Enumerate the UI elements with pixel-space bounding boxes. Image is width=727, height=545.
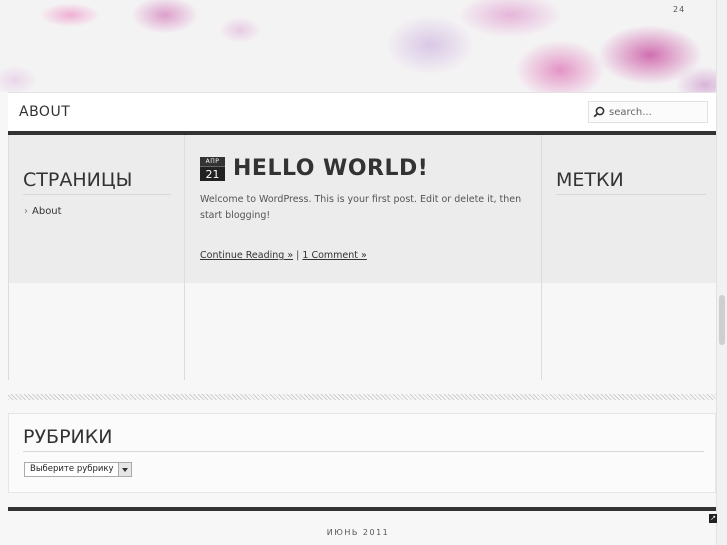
post-excerpt: Welcome to WordPress. This is your first…	[200, 194, 522, 221]
nav-item-about[interactable]: ABOUT	[19, 104, 70, 120]
sidebar-right: МЕТКИ	[541, 135, 716, 380]
widget-divider	[23, 194, 171, 195]
nav-bar: ABOUT	[8, 92, 716, 131]
widget-title-pages: СТРАНИЦЫ	[23, 169, 133, 191]
sidebar-item-label: About	[32, 206, 62, 217]
scrollbar[interactable]	[716, 0, 727, 545]
sidebar-left: СТРАНИЦЫ › About	[8, 135, 185, 380]
category-select-value: Выберите рубрику	[30, 464, 114, 474]
top-number: 24	[673, 5, 686, 14]
footer-divider	[8, 507, 716, 511]
content-area: СТРАНИЦЫ › About АПР 21 HELLO WORLD! Welc…	[8, 135, 716, 380]
arrow-icon[interactable]: ↗	[709, 514, 717, 523]
categories-widget: РУБРИКИ Выберите рубрику	[8, 413, 716, 493]
post-title[interactable]: HELLO WORLD!	[233, 156, 428, 181]
widget-divider	[23, 451, 704, 452]
post-date-badge: АПР 21	[200, 157, 225, 181]
widget-title-categories: РУБРИКИ	[23, 426, 113, 448]
search-box[interactable]	[588, 101, 708, 123]
comments-link[interactable]: 1 Comment »	[302, 250, 366, 261]
footer-archive-link[interactable]: ИЮНЬ 2011	[0, 528, 716, 537]
chevron-down-icon[interactable]	[118, 463, 131, 476]
search-input[interactable]	[609, 104, 704, 120]
continue-reading-link[interactable]: Continue Reading »	[200, 250, 293, 261]
post-date-day: 21	[200, 166, 225, 181]
header-banner: 24	[0, 0, 727, 92]
post-date-month: АПР	[200, 157, 225, 166]
chevron-right-icon: ›	[24, 206, 28, 217]
post-links: Continue Reading » | 1 Comment »	[200, 250, 367, 261]
category-select[interactable]: Выберите рубрику	[24, 462, 132, 477]
sidebar-item-about[interactable]: › About	[24, 206, 62, 217]
link-separator: |	[296, 250, 300, 261]
widget-title-tags: МЕТКИ	[556, 169, 624, 191]
section-divider	[8, 394, 716, 400]
widget-divider	[556, 194, 706, 195]
search-icon	[593, 106, 605, 118]
